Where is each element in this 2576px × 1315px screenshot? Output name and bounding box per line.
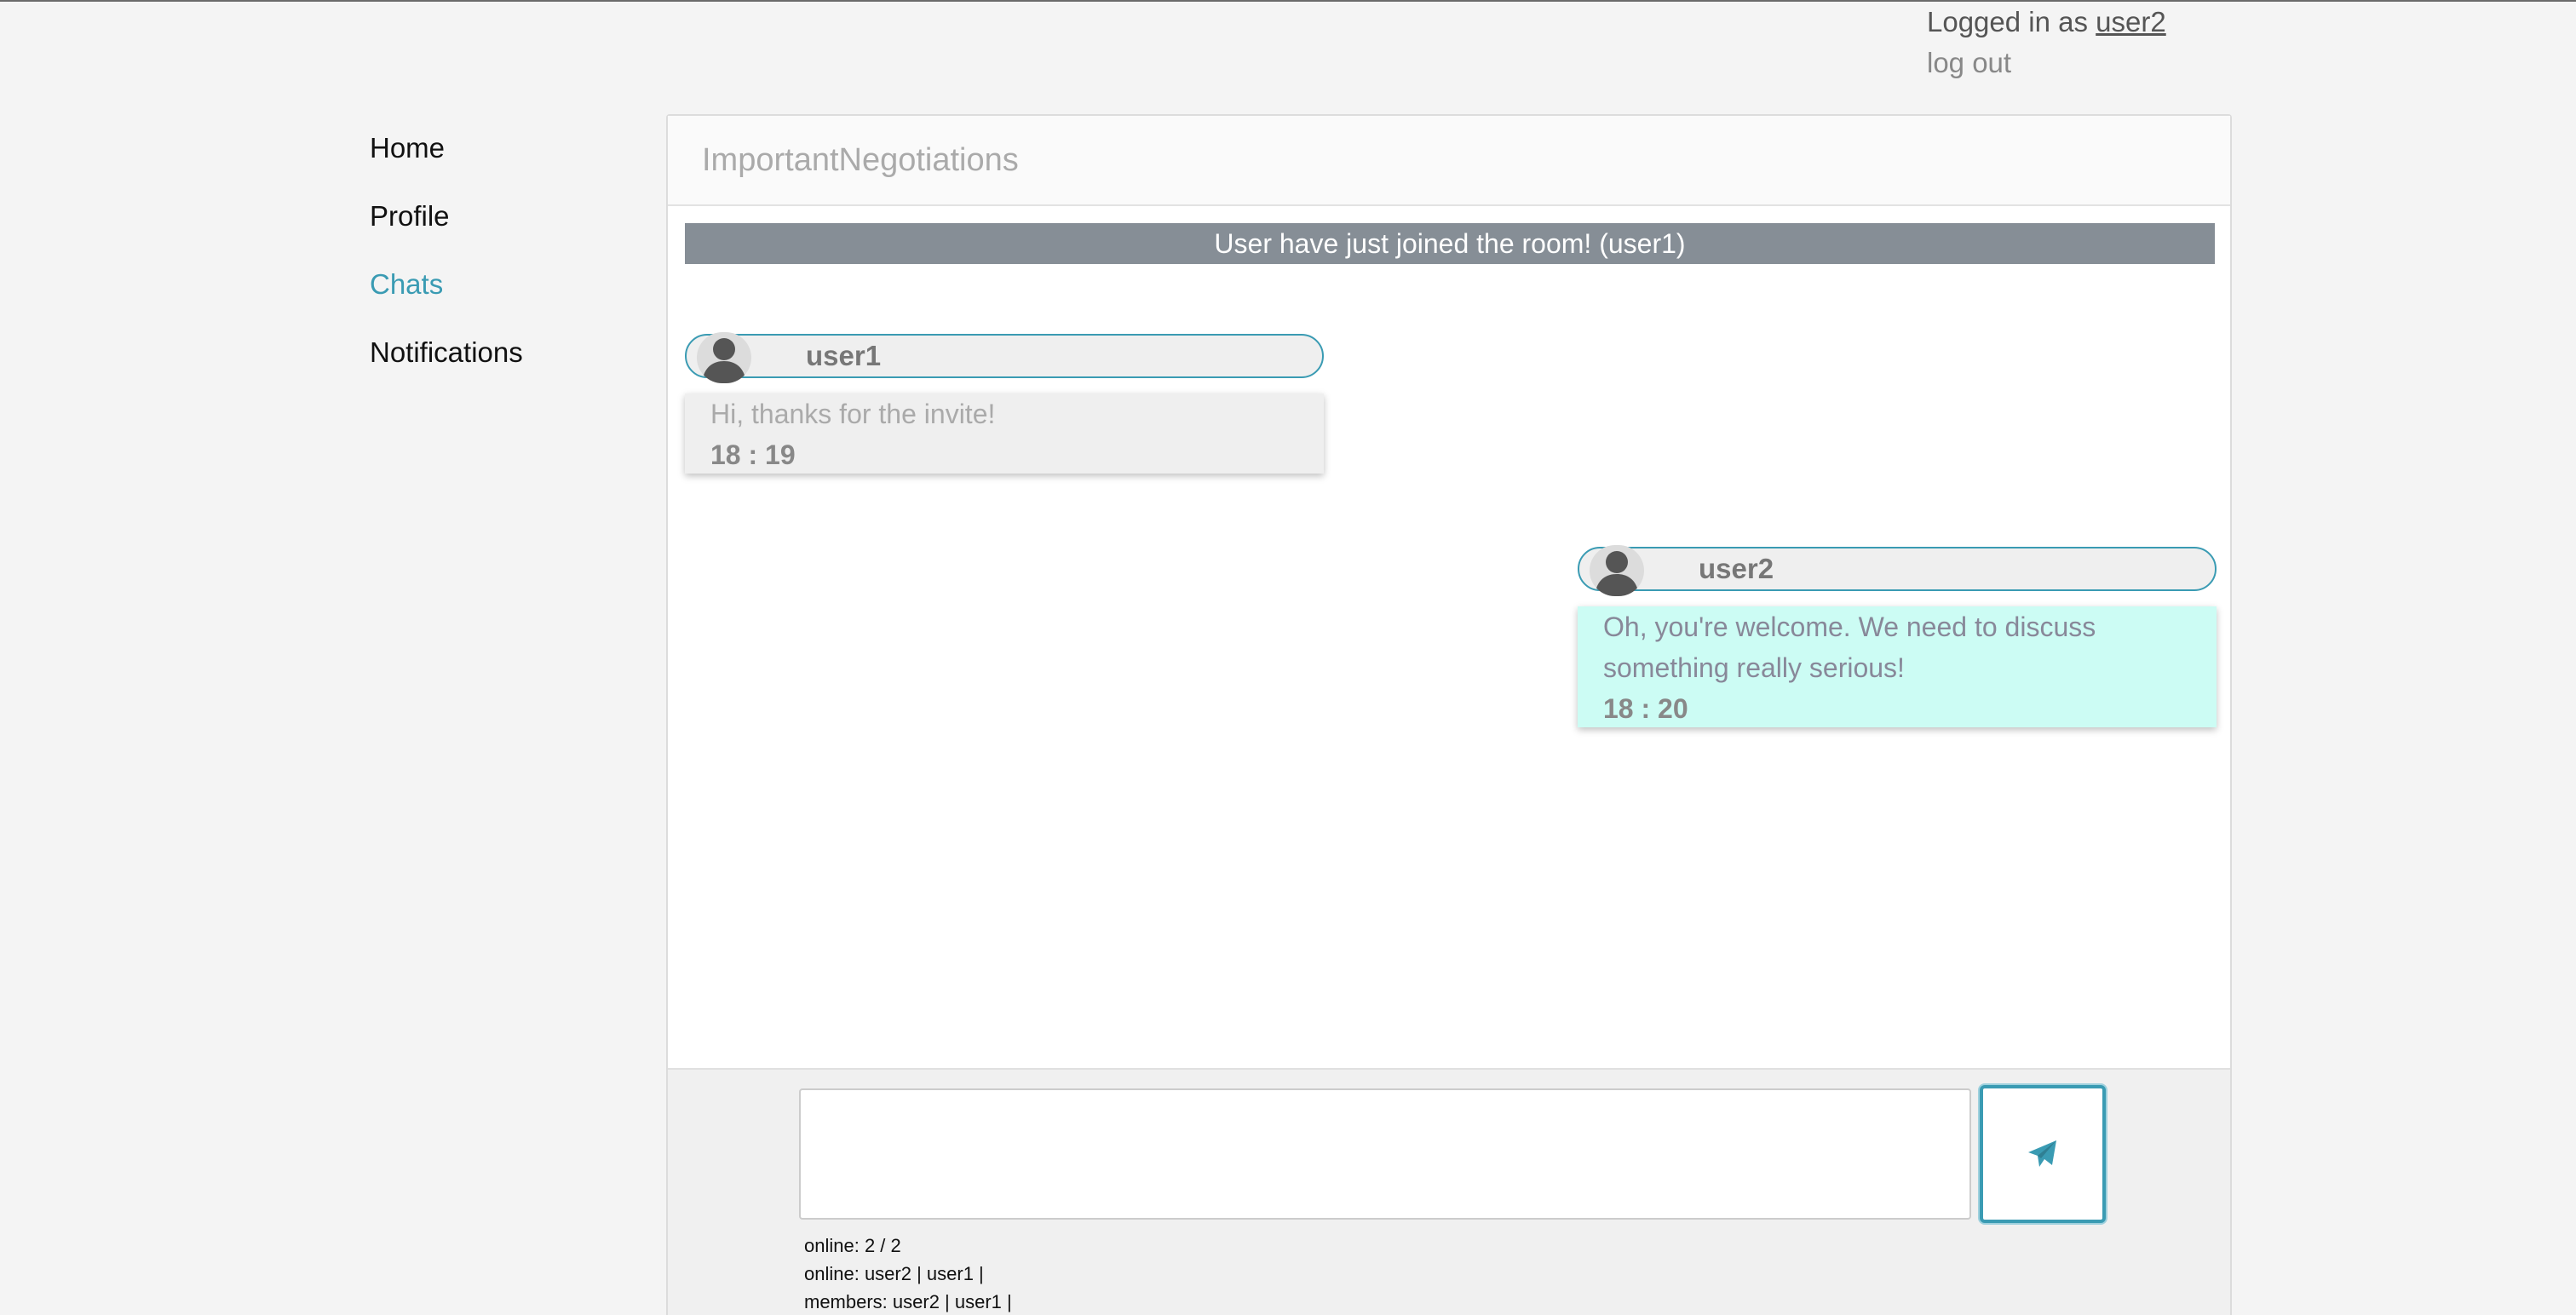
send-button[interactable] [1980, 1085, 2106, 1223]
sidebar-item-home[interactable]: Home [370, 128, 625, 196]
sidebar-nav: Home Profile Chats Notifications [370, 128, 625, 400]
members-list: members: user2 | user1 | [804, 1291, 1012, 1312]
message-bubble: Oh, you're welcome. We need to discuss s… [1578, 606, 2217, 727]
message-author: user1 [806, 340, 882, 371]
page: Logged in as user2 log out Home Profile … [0, 0, 2576, 1315]
avatar-icon [697, 332, 751, 383]
message-text: Oh, you're welcome. We need to discuss s… [1603, 612, 2096, 683]
current-user-link[interactable]: user2 [2096, 6, 2166, 37]
message-author-pill: user1 [685, 332, 1324, 383]
message-input[interactable] [799, 1088, 1971, 1220]
sidebar-item-chats[interactable]: Chats [370, 264, 625, 332]
message-time: 18 : 20 [1603, 693, 1688, 724]
message-bubble: Hi, thanks for the invite! 18 : 19 [685, 393, 1324, 474]
message-time: 18 : 19 [710, 439, 796, 470]
room-title: ImportantNegotiations [668, 116, 2230, 206]
system-message: User have just joined the room! (user1) [685, 223, 2215, 264]
message-item: user1 Hi, thanks for the invite! 18 : 19 [685, 332, 1324, 474]
message-author: user2 [1699, 553, 1774, 584]
online-users: online: user2 | user1 | [804, 1263, 984, 1284]
online-count: online: 2 / 2 [804, 1235, 901, 1256]
avatar-icon [1590, 545, 1644, 596]
sidebar-item-profile[interactable]: Profile [370, 196, 625, 264]
paper-plane-icon [2028, 1140, 2056, 1167]
message-author-pill: user2 [1578, 545, 2217, 596]
message-item: user2 Oh, you're welcome. We need to dis… [1578, 545, 2217, 727]
message-text: Hi, thanks for the invite! [710, 399, 996, 429]
chat-panel: ImportantNegotiations User have just joi… [666, 114, 2232, 1315]
message-composer: online: 2 / 2 online: user2 | user1 | me… [668, 1068, 2230, 1315]
sidebar-item-notifications[interactable]: Notifications [370, 332, 625, 400]
logged-in-label: Logged in as [1927, 6, 2088, 37]
room-status: online: 2 / 2 online: user2 | user1 | me… [804, 1232, 1012, 1315]
auth-area: Logged in as user2 log out [1927, 2, 2268, 83]
logged-in-line: Logged in as user2 [1927, 2, 2268, 43]
logout-link[interactable]: log out [1927, 43, 2268, 83]
